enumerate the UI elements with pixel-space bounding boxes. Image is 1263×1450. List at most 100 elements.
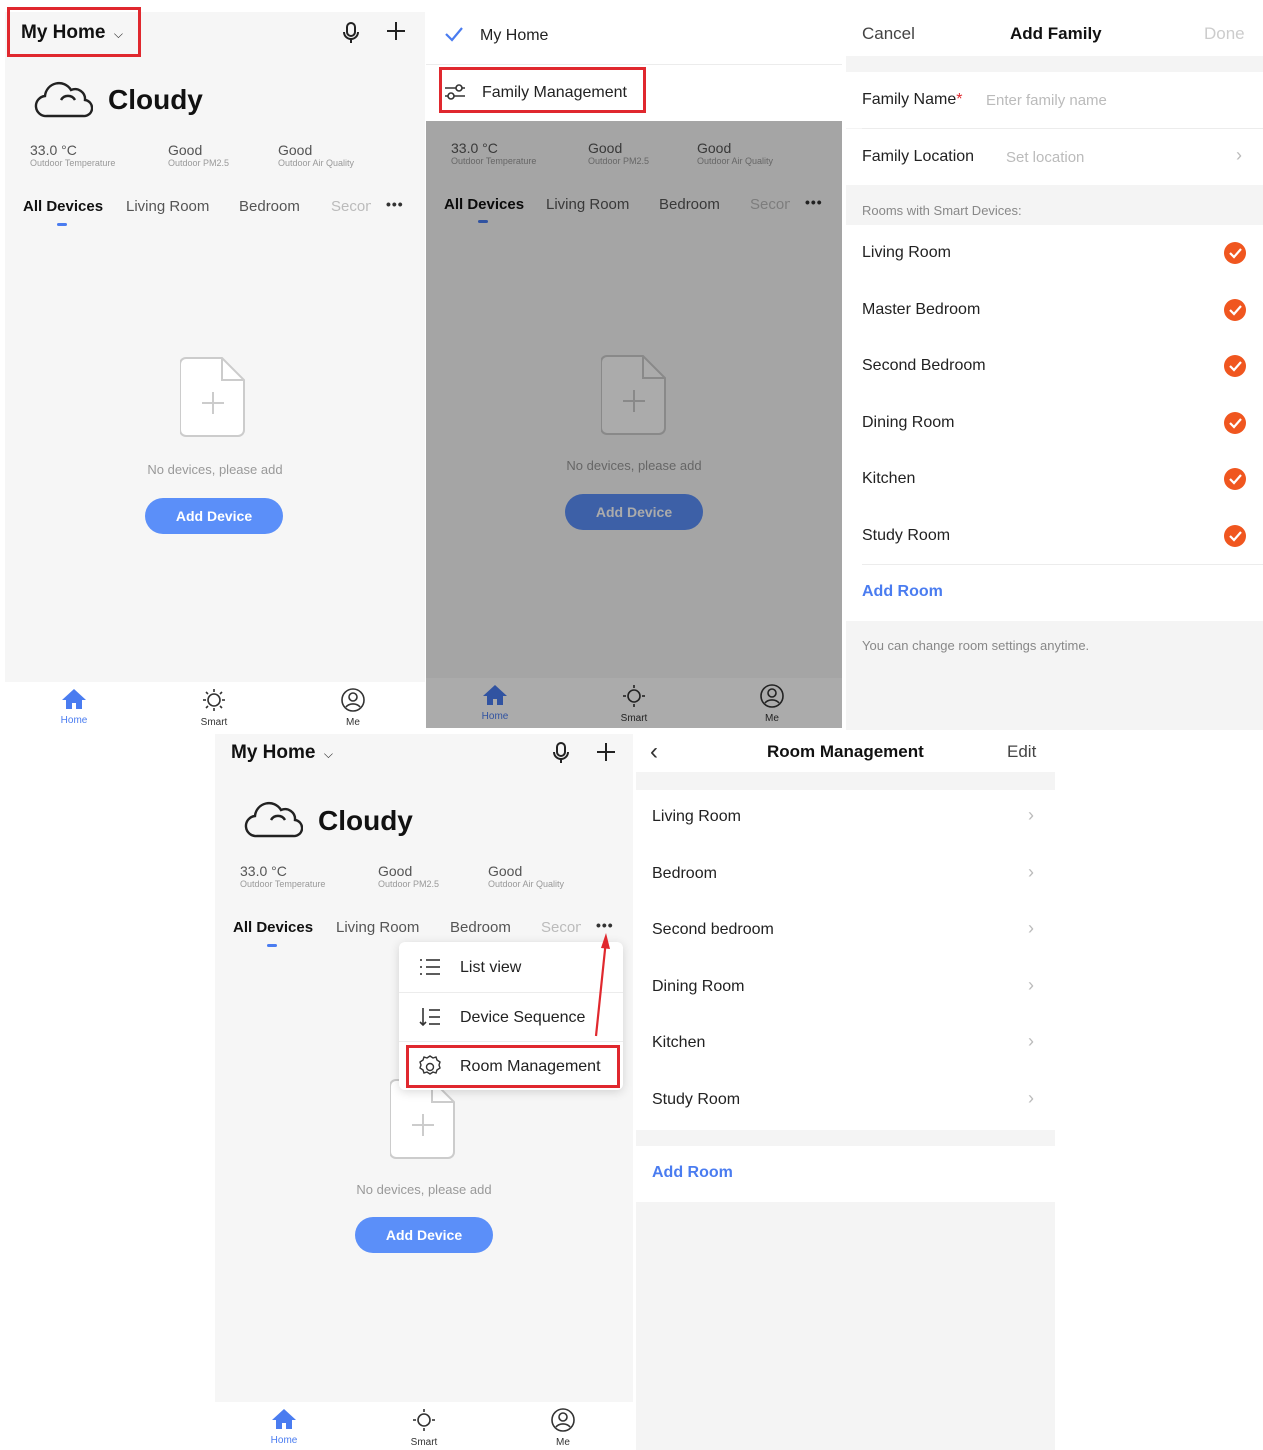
chevron-right-icon: › <box>1028 918 1034 938</box>
add-device-button[interactable]: Add Device <box>145 498 283 534</box>
more-icon[interactable]: ••• <box>386 196 404 212</box>
home-screen-2: 33.0 °C Outdoor Temperature Good Outdoor… <box>426 8 842 728</box>
nav-me[interactable]: Me <box>538 1408 588 1448</box>
room-item[interactable]: Second Bedroom <box>846 338 1263 394</box>
checked-icon[interactable] <box>1224 412 1246 434</box>
tab-bedroom[interactable]: Bedroom <box>239 198 300 215</box>
checked-icon[interactable] <box>1224 299 1246 321</box>
empty-message: No devices, please add <box>147 462 283 477</box>
tab-living-room[interactable]: Living Room <box>336 919 419 936</box>
cancel-button[interactable]: Cancel <box>862 24 915 44</box>
room-item[interactable]: Living Room › <box>636 790 1055 846</box>
room-management-screen: ‹ Room Management Edit Living Room › Bed… <box>636 734 1055 1450</box>
empty-file-icon <box>179 356 246 443</box>
chevron-right-icon: › <box>1028 805 1034 825</box>
highlight-family-management <box>439 67 646 113</box>
rooms-section-header: Rooms with Smart Devices: <box>862 203 1022 218</box>
add-device-button[interactable]: Add Device <box>355 1217 493 1253</box>
empty-file-icon <box>389 1078 456 1165</box>
tab-active-indicator <box>57 223 67 226</box>
done-button[interactable]: Done <box>1204 24 1245 44</box>
current-home-item[interactable]: My Home <box>426 8 842 64</box>
add-room-row[interactable]: Add Room <box>636 1146 1055 1202</box>
add-room-button[interactable]: Add Room <box>652 1164 733 1182</box>
room-item[interactable]: Kitchen › <box>636 1016 1055 1072</box>
chevron-right-icon: › <box>1028 975 1034 995</box>
cloud-icon <box>243 798 304 847</box>
add-family-screen: Cancel Add Family Done Family Name* Ente… <box>846 8 1263 730</box>
mic-icon[interactable] <box>341 22 361 49</box>
dim-overlay[interactable] <box>426 121 842 728</box>
plus-icon[interactable] <box>595 741 617 768</box>
nav-smart[interactable]: Smart <box>399 1408 449 1448</box>
edit-button[interactable]: Edit <box>1007 742 1036 762</box>
family-name-label: Family Name* <box>862 91 963 108</box>
hint-text: You can change room settings anytime. <box>862 638 1090 653</box>
tab-second[interactable]: Secon <box>331 198 371 215</box>
tab-bedroom[interactable]: Bedroom <box>450 919 511 936</box>
stat-air-quality: Good Outdoor Air Quality <box>278 142 355 168</box>
check-icon <box>444 26 464 47</box>
chevron-right-icon: › <box>1028 1031 1034 1051</box>
bottom-tab-bar: Home Smart Me <box>5 682 425 732</box>
user-icon <box>328 688 378 717</box>
list-icon <box>419 958 441 981</box>
bottom-tab-bar: Home Smart Me <box>215 1402 633 1450</box>
sort-icon <box>419 1007 441 1032</box>
room-item[interactable]: Dining Room <box>846 395 1263 451</box>
cloud-icon <box>33 78 94 127</box>
family-location-row[interactable]: Family Location Set location › <box>846 129 1263 185</box>
tab-active-indicator <box>267 944 277 947</box>
home-icon <box>49 688 99 715</box>
chevron-right-icon: › <box>1028 1088 1034 1108</box>
nav-smart[interactable]: Smart <box>189 688 239 728</box>
sun-icon <box>189 688 239 717</box>
checked-icon[interactable] <box>1224 242 1246 264</box>
chevron-down-icon: ⌵ <box>323 747 334 761</box>
rooms-list: Living Room Master Bedroom Second Bedroo… <box>846 225 1263 621</box>
chevron-right-icon: › <box>1236 145 1242 165</box>
room-item[interactable]: Bedroom › <box>636 847 1055 903</box>
required-mark: * <box>956 91 963 108</box>
home-title: My Home <box>231 742 316 763</box>
add-room-button[interactable]: Add Room <box>862 583 943 601</box>
family-location-label: Family Location <box>862 148 975 165</box>
chevron-right-icon: › <box>1028 862 1034 882</box>
back-icon[interactable]: ‹ <box>650 738 658 766</box>
tab-living-room[interactable]: Living Room <box>126 198 209 215</box>
room-item[interactable]: Dining Room › <box>636 960 1055 1016</box>
nav-home[interactable]: Home <box>259 1408 309 1446</box>
room-item[interactable]: Living Room <box>846 225 1263 281</box>
room-item[interactable]: Study Room › <box>636 1073 1055 1129</box>
nav-home[interactable]: Home <box>49 688 99 726</box>
room-item[interactable]: Master Bedroom <box>846 282 1263 338</box>
checked-icon[interactable] <box>1224 355 1246 377</box>
nav-me[interactable]: Me <box>328 688 378 728</box>
mic-icon[interactable] <box>551 742 571 769</box>
home-screen-3: My Home ⌵ Cloudy 33.0 °C Outdoor Tempera… <box>215 734 633 1450</box>
checked-icon[interactable] <box>1224 468 1246 490</box>
home-title-button[interactable]: My Home ⌵ <box>231 742 333 764</box>
location-input[interactable]: Set location <box>1006 149 1084 166</box>
sun-icon <box>399 1408 449 1437</box>
room-item[interactable]: Kitchen <box>846 451 1263 507</box>
room-item[interactable]: Study Room <box>846 508 1263 564</box>
stat-pm25: Good Outdoor PM2.5 <box>168 142 230 168</box>
rooms-list: Living Room › Bedroom › Second bedroom ›… <box>636 790 1055 1130</box>
family-name-input[interactable]: Enter family name <box>986 92 1107 109</box>
nav-header: ‹ Room Management Edit <box>636 734 1055 772</box>
weather-title: Cloudy <box>318 805 413 836</box>
checked-icon[interactable] <box>1224 525 1246 547</box>
room-item[interactable]: Second bedroom › <box>636 903 1055 959</box>
tab-second[interactable]: Secon <box>541 919 581 936</box>
weather-title: Cloudy <box>108 84 203 115</box>
tab-all-devices[interactable]: All Devices <box>23 198 103 215</box>
stat-temperature: 33.0 °C Outdoor Temperature <box>240 863 326 889</box>
family-name-row[interactable]: Family Name* Enter family name <box>846 72 1263 128</box>
tab-all-devices[interactable]: All Devices <box>233 919 313 936</box>
plus-icon[interactable] <box>385 20 407 47</box>
user-icon <box>538 1408 588 1437</box>
annotation-arrow <box>594 933 610 1037</box>
empty-message: No devices, please add <box>356 1182 492 1197</box>
highlight-home-title <box>7 7 141 57</box>
